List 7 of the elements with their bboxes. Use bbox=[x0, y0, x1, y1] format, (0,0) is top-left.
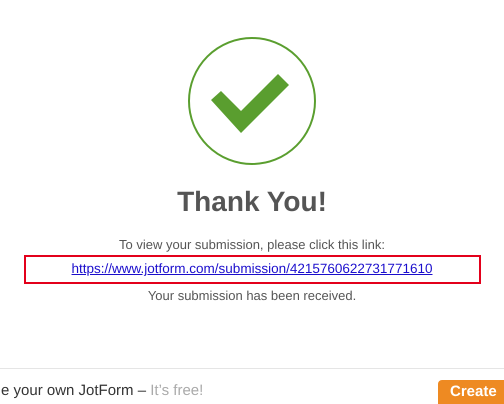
instruction-text: To view your submission, please click this link: bbox=[119, 238, 385, 251]
heading: Thank You! bbox=[177, 188, 327, 216]
check-circle-icon bbox=[187, 36, 317, 166]
free-text: It’s free! bbox=[150, 382, 204, 398]
confirmation-text: Your submission has been received. bbox=[148, 289, 356, 302]
promo-text: e your own JotForm – bbox=[1, 382, 146, 398]
submission-link[interactable]: https://www.jotform.com/submission/4215760622731771610 bbox=[72, 259, 432, 280]
